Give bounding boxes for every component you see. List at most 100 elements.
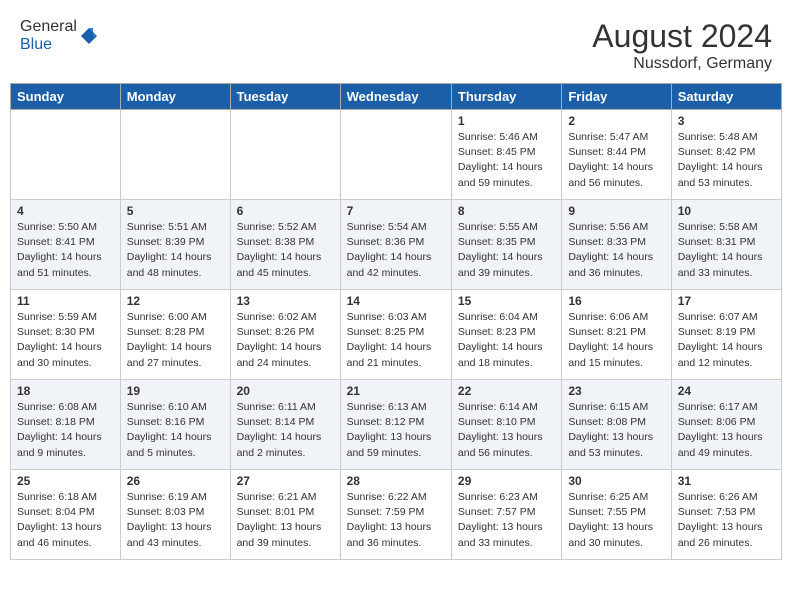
calendar-cell: 18 Sunrise: 6:08 AM Sunset: 8:18 PM Dayli… <box>11 380 121 470</box>
title-block: August 2024 Nussdorf, Germany <box>592 18 772 73</box>
day-info: Sunrise: 5:47 AM Sunset: 8:44 PM Dayligh… <box>568 130 664 191</box>
logo-general-text: General <box>20 18 77 35</box>
day-number: 14 <box>347 294 445 308</box>
day-info: Sunrise: 5:50 AM Sunset: 8:41 PM Dayligh… <box>17 220 114 281</box>
day-info: Sunrise: 6:22 AM Sunset: 7:59 PM Dayligh… <box>347 490 445 551</box>
day-info: Sunrise: 5:56 AM Sunset: 8:33 PM Dayligh… <box>568 220 664 281</box>
calendar-table: SundayMondayTuesdayWednesdayThursdayFrid… <box>10 83 782 560</box>
day-info: Sunrise: 6:08 AM Sunset: 8:18 PM Dayligh… <box>17 400 114 461</box>
day-info: Sunrise: 5:52 AM Sunset: 8:38 PM Dayligh… <box>237 220 334 281</box>
day-number: 21 <box>347 384 445 398</box>
day-number: 25 <box>17 474 114 488</box>
calendar-cell: 24 Sunrise: 6:17 AM Sunset: 8:06 PM Dayli… <box>671 380 781 470</box>
calendar-cell: 2 Sunrise: 5:47 AM Sunset: 8:44 PM Daylig… <box>562 110 671 200</box>
calendar-cell: 4 Sunrise: 5:50 AM Sunset: 8:41 PM Daylig… <box>11 200 121 290</box>
day-number: 2 <box>568 114 664 128</box>
day-info: Sunrise: 6:11 AM Sunset: 8:14 PM Dayligh… <box>237 400 334 461</box>
day-number: 19 <box>127 384 224 398</box>
day-info: Sunrise: 6:26 AM Sunset: 7:53 PM Dayligh… <box>678 490 775 551</box>
day-info: Sunrise: 5:46 AM Sunset: 8:45 PM Dayligh… <box>458 130 555 191</box>
calendar-cell: 10Sunrise: 5:58 AM Sunset: 8:31 PM Dayli… <box>671 200 781 290</box>
page-header: General Blue August 2024 Nussdorf, Germa… <box>10 10 782 77</box>
calendar-cell: 20 Sunrise: 6:11 AM Sunset: 8:14 PM Dayli… <box>230 380 340 470</box>
calendar-cell: 5 Sunrise: 5:51 AM Sunset: 8:39 PM Daylig… <box>120 200 230 290</box>
calendar-header-monday: Monday <box>120 84 230 110</box>
calendar-cell: 28 Sunrise: 6:22 AM Sunset: 7:59 PM Dayli… <box>340 470 451 560</box>
day-info: Sunrise: 6:06 AM Sunset: 8:21 PM Dayligh… <box>568 310 664 371</box>
calendar-cell: 3 Sunrise: 5:48 AM Sunset: 8:42 PM Daylig… <box>671 110 781 200</box>
day-number: 3 <box>678 114 775 128</box>
day-number: 28 <box>347 474 445 488</box>
day-number: 12 <box>127 294 224 308</box>
calendar-header-thursday: Thursday <box>451 84 561 110</box>
calendar-cell: 1 Sunrise: 5:46 AM Sunset: 8:45 PM Daylig… <box>451 110 561 200</box>
calendar-header-friday: Friday <box>562 84 671 110</box>
calendar-cell: 30Sunrise: 6:25 AM Sunset: 7:55 PM Dayli… <box>562 470 671 560</box>
day-number: 7 <box>347 204 445 218</box>
day-number: 4 <box>17 204 114 218</box>
day-number: 20 <box>237 384 334 398</box>
day-number: 24 <box>678 384 775 398</box>
calendar-cell: 22Sunrise: 6:14 AM Sunset: 8:10 PM Dayli… <box>451 380 561 470</box>
calendar-cell <box>120 110 230 200</box>
day-info: Sunrise: 6:18 AM Sunset: 8:04 PM Dayligh… <box>17 490 114 551</box>
calendar-header-row: SundayMondayTuesdayWednesdayThursdayFrid… <box>11 84 782 110</box>
day-number: 27 <box>237 474 334 488</box>
day-info: Sunrise: 6:21 AM Sunset: 8:01 PM Dayligh… <box>237 490 334 551</box>
day-number: 13 <box>237 294 334 308</box>
day-number: 22 <box>458 384 555 398</box>
day-info: Sunrise: 5:51 AM Sunset: 8:39 PM Dayligh… <box>127 220 224 281</box>
day-info: Sunrise: 6:10 AM Sunset: 8:16 PM Dayligh… <box>127 400 224 461</box>
calendar-week-1: 1 Sunrise: 5:46 AM Sunset: 8:45 PM Daylig… <box>11 110 782 200</box>
calendar-cell: 23Sunrise: 6:15 AM Sunset: 8:08 PM Dayli… <box>562 380 671 470</box>
day-number: 5 <box>127 204 224 218</box>
calendar-cell: 27 Sunrise: 6:21 AM Sunset: 8:01 PM Dayli… <box>230 470 340 560</box>
day-number: 18 <box>17 384 114 398</box>
calendar-header-tuesday: Tuesday <box>230 84 340 110</box>
calendar-header-wednesday: Wednesday <box>340 84 451 110</box>
day-info: Sunrise: 6:02 AM Sunset: 8:26 PM Dayligh… <box>237 310 334 371</box>
day-number: 9 <box>568 204 664 218</box>
day-number: 6 <box>237 204 334 218</box>
calendar-cell: 14Sunrise: 6:03 AM Sunset: 8:25 PM Dayli… <box>340 290 451 380</box>
day-info: Sunrise: 5:48 AM Sunset: 8:42 PM Dayligh… <box>678 130 775 191</box>
day-info: Sunrise: 6:00 AM Sunset: 8:28 PM Dayligh… <box>127 310 224 371</box>
calendar-cell: 8 Sunrise: 5:55 AM Sunset: 8:35 PM Daylig… <box>451 200 561 290</box>
calendar-week-4: 18 Sunrise: 6:08 AM Sunset: 8:18 PM Dayli… <box>11 380 782 470</box>
day-number: 16 <box>568 294 664 308</box>
calendar-cell <box>340 110 451 200</box>
day-number: 1 <box>458 114 555 128</box>
calendar-cell: 31 Sunrise: 6:26 AM Sunset: 7:53 PM Dayli… <box>671 470 781 560</box>
day-info: Sunrise: 6:07 AM Sunset: 8:19 PM Dayligh… <box>678 310 775 371</box>
calendar-cell: 15 Sunrise: 6:04 AM Sunset: 8:23 PM Dayli… <box>451 290 561 380</box>
day-number: 26 <box>127 474 224 488</box>
calendar-cell <box>230 110 340 200</box>
calendar-cell: 16 Sunrise: 6:06 AM Sunset: 8:21 PM Dayli… <box>562 290 671 380</box>
day-number: 31 <box>678 474 775 488</box>
calendar-week-3: 11Sunrise: 5:59 AM Sunset: 8:30 PM Dayli… <box>11 290 782 380</box>
calendar-week-2: 4 Sunrise: 5:50 AM Sunset: 8:41 PM Daylig… <box>11 200 782 290</box>
subtitle: Nussdorf, Germany <box>592 55 772 73</box>
calendar-header-sunday: Sunday <box>11 84 121 110</box>
calendar-cell: 19 Sunrise: 6:10 AM Sunset: 8:16 PM Dayli… <box>120 380 230 470</box>
day-info: Sunrise: 6:17 AM Sunset: 8:06 PM Dayligh… <box>678 400 775 461</box>
main-title: August 2024 <box>592 18 772 55</box>
day-number: 30 <box>568 474 664 488</box>
day-info: Sunrise: 5:55 AM Sunset: 8:35 PM Dayligh… <box>458 220 555 281</box>
day-info: Sunrise: 5:54 AM Sunset: 8:36 PM Dayligh… <box>347 220 445 281</box>
day-number: 17 <box>678 294 775 308</box>
calendar-header-saturday: Saturday <box>671 84 781 110</box>
day-number: 29 <box>458 474 555 488</box>
day-info: Sunrise: 6:23 AM Sunset: 7:57 PM Dayligh… <box>458 490 555 551</box>
day-info: Sunrise: 5:58 AM Sunset: 8:31 PM Dayligh… <box>678 220 775 281</box>
calendar-week-5: 25 Sunrise: 6:18 AM Sunset: 8:04 PM Dayli… <box>11 470 782 560</box>
logo-blue-text: Blue <box>20 36 52 53</box>
day-info: Sunrise: 6:15 AM Sunset: 8:08 PM Dayligh… <box>568 400 664 461</box>
calendar-cell: 11Sunrise: 5:59 AM Sunset: 8:30 PM Dayli… <box>11 290 121 380</box>
calendar-cell: 17 Sunrise: 6:07 AM Sunset: 8:19 PM Dayli… <box>671 290 781 380</box>
day-number: 8 <box>458 204 555 218</box>
day-number: 15 <box>458 294 555 308</box>
calendar-cell: 7 Sunrise: 5:54 AM Sunset: 8:36 PM Daylig… <box>340 200 451 290</box>
logo-icon <box>79 26 99 46</box>
day-info: Sunrise: 6:04 AM Sunset: 8:23 PM Dayligh… <box>458 310 555 371</box>
